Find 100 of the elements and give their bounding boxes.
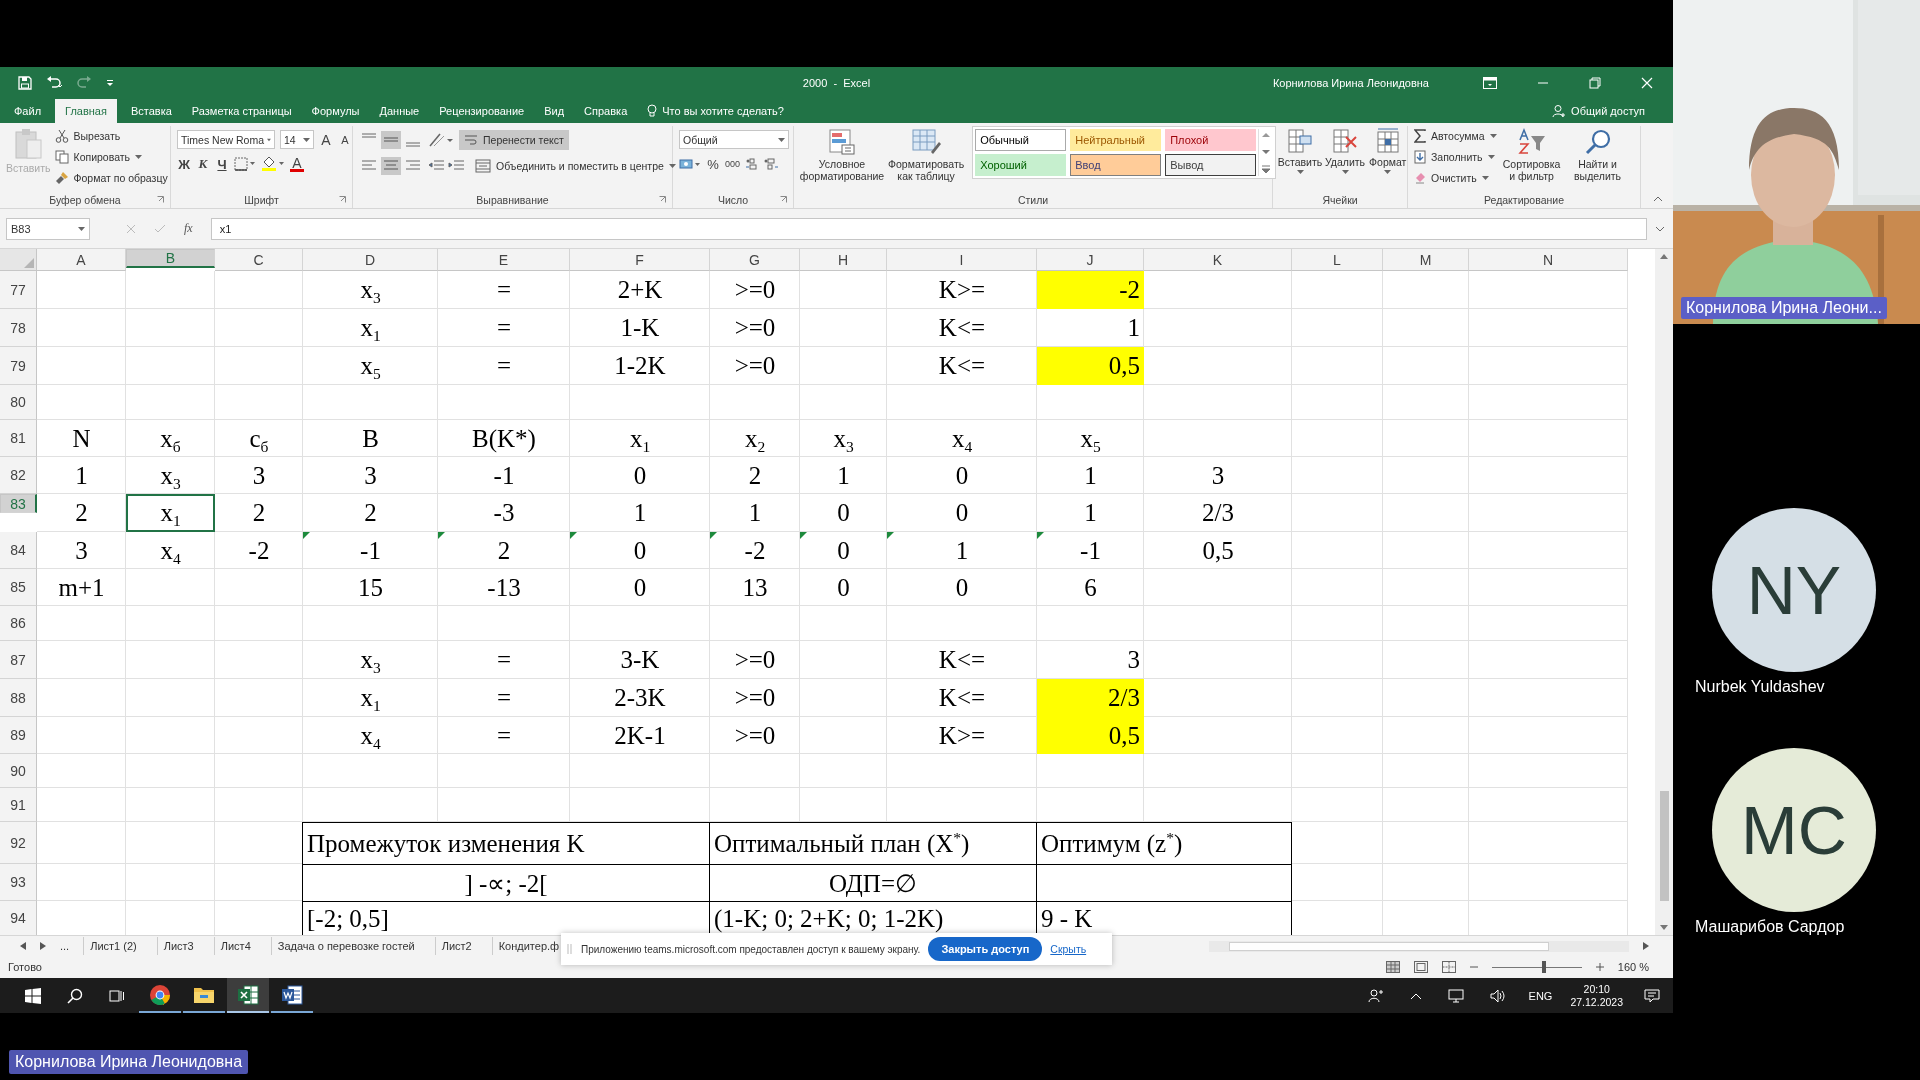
scroll-down-icon[interactable] — [1261, 147, 1272, 156]
underline-button[interactable]: Ч — [215, 155, 229, 173]
row-header[interactable]: 80 — [0, 385, 37, 420]
column-header[interactable]: H — [800, 249, 887, 271]
close-icon[interactable] — [1641, 76, 1653, 89]
ribbon-tab[interactable]: Файл — [4, 99, 52, 123]
error-flag-icon[interactable] — [800, 532, 807, 539]
launcher-icon[interactable] — [339, 196, 346, 203]
format-as-table-button[interactable]: Форматировать как таблицу — [888, 126, 965, 182]
row-header[interactable]: 91 — [0, 788, 37, 822]
row-header[interactable]: 87 — [0, 641, 37, 679]
volume-icon[interactable] — [1489, 988, 1506, 1003]
column-header[interactable]: M — [1383, 249, 1469, 271]
sort-filter-button[interactable]: Сортировка и фильтр — [1500, 126, 1563, 182]
row-header[interactable]: 89 — [0, 717, 37, 754]
ribbon-tab[interactable]: Формулы — [301, 99, 370, 123]
user-name[interactable]: Корнилова Ирина Леонидовна — [1272, 76, 1429, 89]
cell-style-option[interactable]: Нейтральный — [1070, 129, 1162, 151]
increase-font-button[interactable]: A — [319, 130, 333, 149]
font-color-button[interactable]: A — [290, 156, 304, 172]
drag-handle-icon[interactable] — [567, 943, 573, 955]
column-header[interactable]: D — [303, 249, 438, 271]
tell-me-search[interactable]: Что вы хотите сделать? — [637, 99, 794, 123]
row-header[interactable]: 90 — [0, 754, 37, 788]
collapse-ribbon-icon[interactable] — [1653, 196, 1663, 202]
column-header[interactable]: I — [887, 249, 1037, 271]
percent-button[interactable]: % — [706, 155, 720, 173]
row-header[interactable]: 81 — [0, 420, 37, 457]
row-header[interactable]: 79 — [0, 347, 37, 385]
check-icon[interactable] — [154, 223, 166, 234]
column-header[interactable]: L — [1292, 249, 1383, 271]
row-header[interactable]: 77 — [0, 271, 37, 309]
column-header[interactable]: J — [1037, 249, 1144, 271]
launcher-icon[interactable] — [157, 196, 164, 203]
bold-button[interactable]: Ж — [177, 155, 191, 173]
more-sheets-button[interactable]: ... — [60, 940, 70, 952]
ribbon-tab[interactable]: Данные — [369, 99, 430, 123]
error-flag-icon[interactable] — [438, 532, 445, 539]
error-flag-icon[interactable] — [710, 532, 717, 539]
error-flag-icon[interactable] — [1037, 532, 1044, 539]
page-break-icon[interactable] — [1441, 961, 1456, 973]
font-family-dropdown[interactable]: Times New Roma — [177, 130, 275, 149]
ribbon-tab[interactable]: Главная — [55, 99, 117, 123]
redo-icon[interactable] — [76, 75, 92, 90]
selected-cell[interactable]: x$_{1}$ — [126, 494, 215, 532]
name-box[interactable]: B83 — [6, 217, 90, 240]
people-icon[interactable] — [1367, 988, 1384, 1003]
ribbon-tab[interactable]: Справка — [574, 99, 638, 123]
sheet-tab[interactable]: Лист2 — [434, 937, 478, 955]
scroll-up-icon[interactable] — [1261, 131, 1272, 139]
decrease-font-button[interactable]: A — [338, 130, 352, 149]
undo-icon[interactable] — [46, 75, 62, 90]
fill-color-icon[interactable] — [261, 156, 285, 172]
stop-sharing-button[interactable]: Закрыть доступ — [928, 937, 1043, 961]
number-format-dropdown[interactable]: Общий — [679, 130, 789, 149]
sheet-tab[interactable]: Задача о перевозке гостей — [270, 937, 421, 955]
conditional-formatting-button[interactable]: Условное форматирование — [800, 126, 884, 182]
row-header[interactable]: 82 — [0, 457, 37, 494]
cell-style-option[interactable]: Вывод — [1165, 154, 1257, 176]
sheet-tab[interactable]: Лист1 (2) — [83, 937, 143, 955]
chevron-up-icon[interactable] — [1409, 991, 1422, 1000]
borders-icon[interactable] — [234, 157, 256, 171]
formula-field[interactable]: x1 — [210, 217, 1647, 240]
merge-center-button[interactable]: Объединить и поместить в центре — [475, 156, 676, 175]
row-header[interactable]: 88 — [0, 679, 37, 717]
expand-caret-icon[interactable] — [1655, 225, 1665, 232]
row-header[interactable]: 93 — [0, 864, 37, 901]
insert-cells-button[interactable]: Вставить — [1279, 126, 1321, 174]
column-header[interactable]: C — [215, 249, 303, 271]
wrap-text-button[interactable]: Перенести текст — [459, 130, 569, 150]
ribbon-tab[interactable]: Разметка страницы — [181, 99, 302, 123]
share-button[interactable]: Общий доступ — [1552, 99, 1645, 123]
column-header[interactable]: E — [438, 249, 570, 271]
thousands-button[interactable]: 000 — [725, 155, 741, 173]
launcher-icon[interactable] — [659, 196, 666, 203]
cell-style-option[interactable]: Плохой — [1165, 129, 1257, 151]
cell-style-option[interactable]: Хороший — [975, 154, 1067, 176]
autosum-button[interactable]: Автосумма — [1414, 126, 1497, 145]
column-header[interactable]: F — [570, 249, 710, 271]
ribbon-tab[interactable]: Рецензирование — [429, 99, 535, 123]
ribbon-tab[interactable]: Вставка — [120, 99, 182, 123]
vertical-align-icon[interactable] — [359, 131, 423, 149]
language-indicator[interactable]: ENG — [1528, 989, 1553, 1002]
find-select-button[interactable]: Найти и выделить — [1566, 126, 1629, 182]
row-header[interactable]: 84 — [0, 532, 37, 569]
column-header[interactable]: B — [126, 249, 215, 268]
customize-caret-icon[interactable] — [106, 78, 114, 87]
delete-cells-button[interactable]: Удалить — [1325, 126, 1366, 174]
cell-style-option[interactable]: Ввод — [1070, 154, 1162, 176]
italic-button[interactable]: К — [196, 155, 210, 173]
cell-style-option[interactable]: Обычный — [975, 129, 1067, 151]
font-size-dropdown[interactable]: 14 — [280, 130, 314, 149]
copy-button[interactable]: Копировать — [54, 147, 168, 166]
task-view-icon[interactable] — [109, 987, 125, 1004]
restore-icon[interactable] — [1589, 76, 1601, 89]
row-header[interactable]: 92 — [0, 822, 37, 864]
hide-link[interactable]: Скрыть — [1050, 943, 1087, 955]
save-icon[interactable] — [18, 75, 32, 90]
currency-icon[interactable] — [679, 157, 701, 171]
normal-view-icon[interactable] — [1385, 961, 1400, 973]
